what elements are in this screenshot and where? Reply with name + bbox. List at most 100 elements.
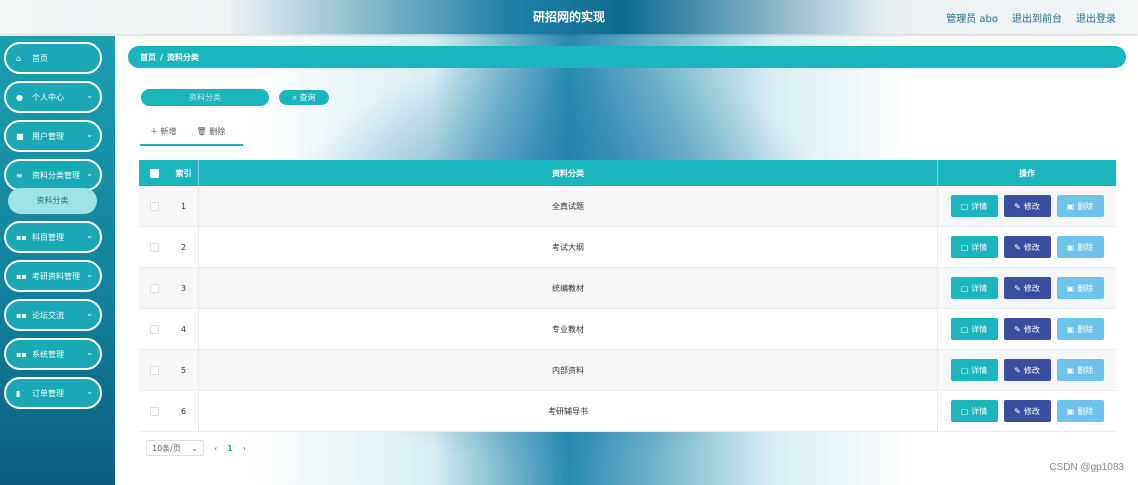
search-icon: ⌕: [292, 93, 297, 102]
bulk-delete-button[interactable]: 🗑 删除: [197, 126, 226, 144]
delete-label: 删除: [1077, 365, 1094, 375]
sidebar-item-users[interactable]: ■ 用户管理 ⌄: [4, 120, 102, 152]
pencil-icon: ✎: [1014, 242, 1021, 252]
delete-button[interactable]: ▣ 删除: [1056, 195, 1104, 217]
chevron-down-icon: ⌄: [86, 387, 93, 396]
edit-button[interactable]: ✎ 修改: [1003, 277, 1051, 299]
row-name: 全真试题: [199, 186, 938, 226]
row-actions: ▢ 详情 ✎ 修改 ▣ 删除: [938, 236, 1116, 258]
row-actions: ▢ 详情 ✎ 修改 ▣ 删除: [938, 359, 1116, 381]
trash-icon: ▣: [1066, 365, 1075, 375]
sidebar-item-label: 考研资料管理: [32, 271, 80, 281]
detail-button[interactable]: ▢ 详情: [950, 400, 998, 422]
logout-link[interactable]: 退出登录: [1076, 10, 1116, 25]
chevron-down-icon: ⌄: [86, 169, 93, 178]
data-table: 索引 资料分类 操作 1 全真试题 ▢ 详情 ✎ 修改 ▣ 删除 2 考试大纲 ▢ 详情 ✎ 修改 ▣ 删除 3…: [139, 160, 1116, 432]
edit-label: 修改: [1023, 242, 1040, 252]
delete-button[interactable]: ▣ 删除: [1056, 318, 1104, 340]
row-checkbox[interactable]: [149, 365, 159, 375]
delete-button[interactable]: ▣ 删除: [1056, 236, 1104, 258]
page-size-label: 10条/页: [152, 443, 181, 453]
detail-button[interactable]: ▢ 详情: [950, 236, 998, 258]
pencil-icon: ✎: [1014, 406, 1021, 416]
chevron-down-icon: ⌄: [86, 270, 93, 279]
chevron-down-icon: ⌄: [86, 130, 93, 139]
delete-button[interactable]: ▣ 删除: [1056, 400, 1104, 422]
edit-button[interactable]: ✎ 修改: [1003, 318, 1051, 340]
trash-icon: 🗑: [196, 127, 210, 136]
row-name: 考试大纲: [199, 227, 938, 267]
edit-button[interactable]: ✎ 修改: [1003, 236, 1051, 258]
watermark: CSDN @gp1083: [1049, 462, 1124, 473]
delete-label: 删除: [1077, 324, 1094, 334]
sidebar-item-profile[interactable]: ● 个人中心 ⌄: [4, 81, 102, 113]
page-size-select[interactable]: 10条/页 ⌄: [146, 440, 204, 456]
add-button[interactable]: ＋ 新增: [150, 126, 177, 144]
table-row: 3 统编教材 ▢ 详情 ✎ 修改 ▣ 删除: [139, 268, 1116, 309]
header-links: 管理员 abo 退出到前台 退出登录: [946, 10, 1116, 25]
row-index: 3: [169, 268, 199, 308]
detail-label: 详情: [971, 365, 988, 375]
search-input[interactable]: 资料分类: [140, 88, 270, 107]
edit-label: 修改: [1023, 324, 1040, 334]
detail-label: 详情: [971, 283, 988, 293]
edit-button[interactable]: ✎ 修改: [1003, 359, 1051, 381]
plus-icon: ＋: [150, 127, 161, 136]
edit-button[interactable]: ✎ 修改: [1003, 195, 1051, 217]
breadcrumb: 首页 / 资料分类: [128, 46, 1126, 68]
current-page[interactable]: 1: [227, 444, 233, 453]
search-button[interactable]: ⌕ 查询: [277, 88, 331, 107]
grid-icon: ▪▪: [16, 232, 27, 242]
breadcrumb-separator: /: [160, 52, 163, 62]
trash-icon: ▣: [1066, 324, 1075, 334]
sidebar-item-forum[interactable]: ▪▪ 论坛交流 ⌄: [4, 299, 102, 331]
sidebar-item-system[interactable]: ▪▪ 系统管理 ⌄: [4, 338, 102, 370]
detail-button[interactable]: ▢ 详情: [950, 195, 998, 217]
sidebar-item-subjects[interactable]: ▪▪ 科目管理 ⌄: [4, 221, 102, 253]
sidebar-item-materials[interactable]: ▪▪ 考研资料管理 ⌄: [4, 260, 102, 292]
select-all-checkbox[interactable]: [149, 168, 159, 178]
row-name: 专业教材: [199, 309, 938, 349]
sidebar-item-category[interactable]: ≡ 资料分类管理 ⌄: [4, 159, 102, 191]
header-ops: 操作: [1019, 168, 1035, 178]
sidebar-item-label: 论坛交流: [32, 310, 64, 320]
doc-icon: ▢: [960, 242, 969, 252]
delete-button[interactable]: ▣ 删除: [1056, 359, 1104, 381]
sidebar-item-orders[interactable]: ▮ 订单管理 ⌄: [4, 377, 102, 409]
pencil-icon: ✎: [1014, 201, 1021, 211]
chevron-down-icon: ⌄: [86, 91, 93, 100]
table-row: 2 考试大纲 ▢ 详情 ✎ 修改 ▣ 删除: [139, 227, 1116, 268]
edit-label: 修改: [1023, 406, 1040, 416]
detail-button[interactable]: ▢ 详情: [950, 277, 998, 299]
sidebar-item-home[interactable]: ⌂ 首页: [4, 42, 102, 74]
delete-label: 删除: [209, 127, 226, 136]
header-name: 资料分类: [199, 160, 938, 186]
home-icon: ⌂: [16, 53, 22, 63]
exit-front-link[interactable]: 退出到前台: [1012, 10, 1062, 25]
sidebar-item-label: 首页: [32, 53, 48, 63]
table-row: 1 全真试题 ▢ 详情 ✎ 修改 ▣ 删除: [139, 186, 1116, 227]
edit-button[interactable]: ✎ 修改: [1003, 400, 1051, 422]
grid-icon: ▪▪: [16, 271, 27, 281]
row-checkbox[interactable]: [149, 406, 159, 416]
row-checkbox[interactable]: [149, 201, 159, 211]
detail-button[interactable]: ▢ 详情: [950, 359, 998, 381]
row-checkbox[interactable]: [149, 242, 159, 252]
detail-button[interactable]: ▢ 详情: [950, 318, 998, 340]
edit-label: 修改: [1023, 201, 1040, 211]
row-checkbox[interactable]: [149, 283, 159, 293]
sidebar-subitem-category[interactable]: 资料分类: [8, 188, 97, 214]
sidebar-item-label: 个人中心: [32, 92, 64, 102]
next-page-icon[interactable]: ›: [243, 444, 246, 453]
detail-label: 详情: [971, 242, 988, 252]
delete-button[interactable]: ▣ 删除: [1056, 277, 1104, 299]
row-checkbox[interactable]: [149, 324, 159, 334]
table-row: 5 内部资料 ▢ 详情 ✎ 修改 ▣ 删除: [139, 350, 1116, 391]
doc-icon: ▢: [960, 365, 969, 375]
delete-label: 删除: [1077, 242, 1094, 252]
prev-page-icon[interactable]: ‹: [214, 444, 217, 453]
breadcrumb-home[interactable]: 首页: [140, 52, 156, 63]
row-actions: ▢ 详情 ✎ 修改 ▣ 删除: [938, 277, 1116, 299]
row-index: 2: [169, 227, 199, 267]
detail-label: 详情: [971, 201, 988, 211]
